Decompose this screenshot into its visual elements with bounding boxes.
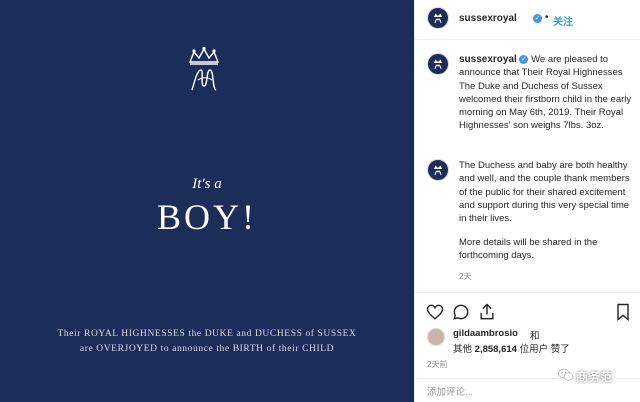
comment-age[interactable]: 2天 [459, 271, 471, 282]
add-comment-input[interactable] [427, 385, 527, 399]
likes-count: 2,858,614 [474, 344, 517, 355]
crown-monogram-icon [434, 59, 442, 70]
watermark: 商务范 [558, 366, 640, 386]
watermark-text: 商务范 [576, 370, 613, 384]
follow-button[interactable]: 关注 [553, 13, 573, 28]
wechat-icon [558, 368, 574, 381]
crown-monogram-icon [434, 13, 442, 24]
caption-body: We are pleased to announce that Their Ro… [459, 54, 632, 132]
likes-conjunction: 和 [530, 331, 540, 342]
comment-body: The Duchess and baby are both healthy an… [459, 160, 630, 225]
post-header: sussexroyal ✓ • 关注 [415, 0, 640, 40]
heart-icon[interactable] [425, 302, 445, 322]
caption-text: sussexroyal ✓ We are pleased to announce… [459, 53, 635, 133]
verified-badge-icon: ✓ [533, 14, 542, 23]
bookmark-icon[interactable] [613, 302, 633, 322]
comments-list[interactable]: sussexroyal ✓ We are pleased to announce… [415, 41, 640, 291]
action-bar [415, 292, 640, 328]
announcement-line-1: Their ROYAL HIGHNESSES the DUKE and DUCH… [57, 329, 357, 339]
likes-count-line[interactable]: 其他 2,858,614 位用户 赞了 [453, 341, 570, 355]
boy-headline: BOY! [157, 197, 257, 237]
avatar[interactable] [427, 159, 449, 181]
its-a-text: It's a [192, 176, 222, 192]
caption-username[interactable]: sussexroyal [459, 54, 517, 65]
likes-summary: gildaambrosio 和 其他 2,858,614 位用户 赞了 [415, 326, 640, 356]
post-image[interactable]: It's a BOY! Their ROYAL HIGHNESSES the D… [0, 0, 414, 402]
avatar[interactable] [427, 328, 445, 346]
announcement-line-2: are OVERJOYED to announce the BIRTH of t… [79, 344, 335, 354]
likes-suffix: 位用户 赞了 [519, 344, 570, 355]
liker-username[interactable]: gildaambrosio [453, 328, 518, 339]
share-icon[interactable] [477, 302, 497, 322]
verified-badge-icon: ✓ [519, 54, 529, 64]
post-sidebar: sussexroyal ✓ • 关注 sussexroyal ✓ We are … [414, 0, 640, 402]
avatar[interactable] [427, 7, 449, 29]
comment-icon[interactable] [451, 302, 471, 322]
header-username[interactable]: sussexroyal [459, 13, 517, 24]
post-timestamp[interactable]: 2天前 [427, 359, 447, 370]
crown-monogram-icon [434, 165, 442, 176]
more-details-text: More details will be shared in the forth… [459, 237, 598, 262]
separator-dot: • [545, 12, 549, 23]
crown-monogram-icon [188, 46, 220, 91]
likes-prefix: 其他 [453, 344, 473, 355]
avatar[interactable] [427, 53, 449, 75]
